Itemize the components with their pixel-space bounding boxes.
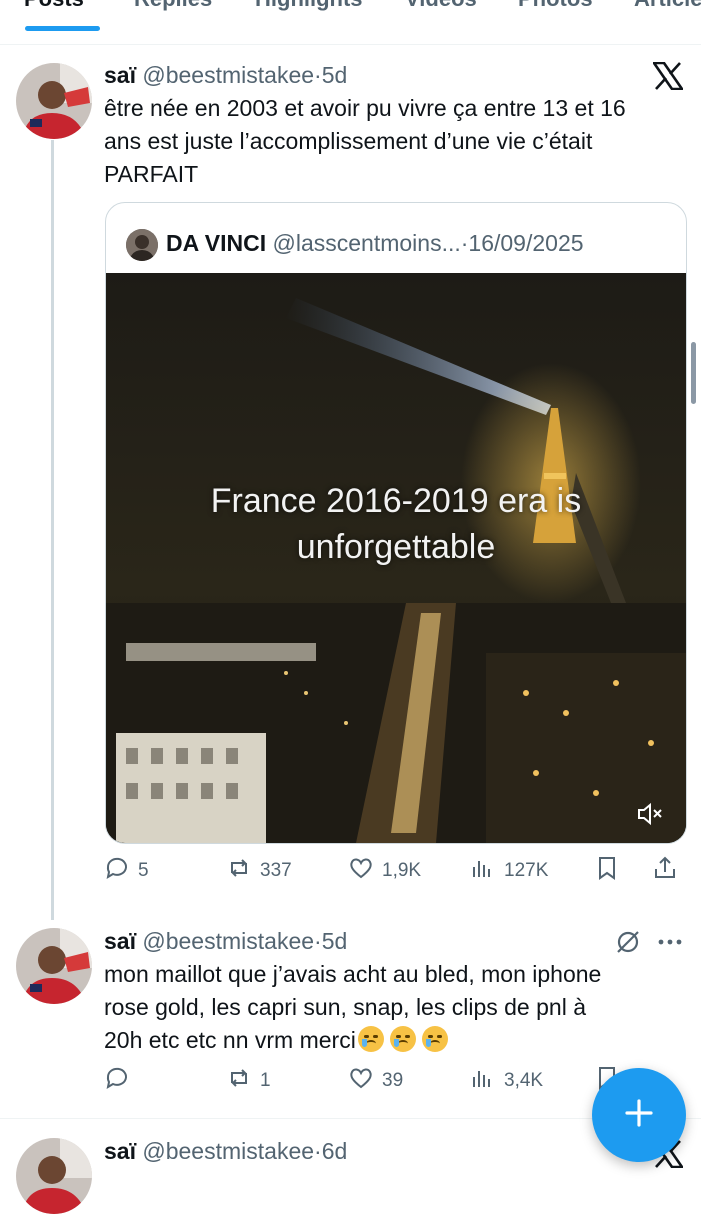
more-icon[interactable] xyxy=(656,928,684,961)
repost-button[interactable]: 337 xyxy=(226,853,292,889)
video-caption: France 2016-2019 era is unforgettable xyxy=(106,478,686,570)
tweet-text-line-text: 20h etc etc nn vrm merci xyxy=(104,1027,356,1053)
tab-videos[interactable]: Videos xyxy=(405,0,477,12)
repost-count: 1 xyxy=(260,1070,271,1091)
views-button[interactable]: 3,4K xyxy=(470,1063,543,1099)
active-tab-indicator xyxy=(25,26,100,31)
tweet-header: saï @beestmistakee·5d xyxy=(104,62,347,89)
author-handle[interactable]: @beestmistakee xyxy=(142,62,314,88)
quoted-tweet[interactable]: DA VINCI @lasscentmoins...·16/09/2025 Fr… xyxy=(105,202,687,844)
like-count: 1,9K xyxy=(382,860,422,881)
tweet-text-line: 20h etc etc nn vrm merci xyxy=(104,1024,689,1057)
reply-icon xyxy=(104,855,130,887)
author-handle[interactable]: @beestmistakee xyxy=(142,1138,314,1164)
repost-count: 337 xyxy=(260,860,292,881)
heart-icon xyxy=(348,1065,374,1097)
bookmark-icon xyxy=(594,855,620,887)
author-handle[interactable]: @beestmistakee xyxy=(142,928,314,954)
thread-line xyxy=(51,140,54,920)
tab-photos[interactable]: Photos xyxy=(518,0,593,12)
video-player[interactable]: France 2016-2019 era is unforgettable xyxy=(106,273,686,843)
repost-icon xyxy=(226,855,252,887)
tweet-header: saï @beestmistakee·6d xyxy=(104,1138,347,1165)
crying-face-icon xyxy=(421,1026,448,1052)
profile-tabs: Posts Replies Highlights Videos Photos A… xyxy=(0,0,701,45)
tweet-text-line: PARFAIT xyxy=(104,161,199,187)
like-button[interactable]: 39 xyxy=(348,1063,403,1099)
video-caption-line: France 2016-2019 era is xyxy=(210,482,582,520)
crying-face-icon xyxy=(389,1026,416,1052)
avatar[interactable] xyxy=(16,63,92,139)
quoted-date[interactable]: 16/09/2025 xyxy=(468,230,583,256)
tweet-text: être née en 2003 et avoir pu vivre ça en… xyxy=(104,92,689,191)
tweet-time[interactable]: 5d xyxy=(322,928,348,954)
tweet-text: mon maillot que j’avais acht au bled, mo… xyxy=(104,958,689,1057)
avatar[interactable] xyxy=(16,928,92,1004)
repost-button[interactable]: 1 xyxy=(226,1063,271,1099)
tab-replies[interactable]: Replies xyxy=(134,0,212,12)
bookmark-button[interactable] xyxy=(594,853,620,889)
tweet-text-line: ans est juste l’accomplissement d’une vi… xyxy=(104,128,593,154)
mute-icon[interactable] xyxy=(634,799,664,829)
share-button[interactable] xyxy=(652,853,678,889)
like-button[interactable]: 1,9K xyxy=(348,853,421,889)
tweet-header: saï @beestmistakee·5d xyxy=(104,928,347,955)
heart-icon xyxy=(348,855,374,887)
tweet-actions: 5 337 1,9K 127K xyxy=(104,853,684,889)
tweet-text-line: rose gold, les capri sun, snap, les clip… xyxy=(104,994,586,1020)
compose-button[interactable] xyxy=(592,1068,686,1162)
reply-icon xyxy=(104,1065,130,1097)
tweet-text-line: être née en 2003 et avoir pu vivre ça en… xyxy=(104,95,626,121)
separator-dot: · xyxy=(314,1138,322,1164)
views-icon xyxy=(470,855,496,887)
repost-icon xyxy=(226,1065,252,1097)
plus-icon xyxy=(622,1096,656,1135)
video-caption-line: unforgettable xyxy=(296,528,496,566)
views-count: 3,4K xyxy=(504,1070,544,1091)
tab-articles[interactable]: Articles xyxy=(634,0,701,12)
share-icon xyxy=(652,855,678,887)
reply-count: 5 xyxy=(138,860,149,881)
views-icon xyxy=(470,1065,496,1097)
tweet-time[interactable]: 5d xyxy=(322,62,348,88)
author-name[interactable]: saï xyxy=(104,1138,136,1164)
separator-dot: · xyxy=(314,928,322,954)
tweet-time[interactable]: 6d xyxy=(322,1138,348,1164)
quoted-avatar[interactable] xyxy=(126,229,158,261)
tweet-text-line: mon maillot que j’avais acht au bled, mo… xyxy=(104,961,602,987)
like-count: 39 xyxy=(382,1070,404,1091)
quoted-author-name[interactable]: DA VINCI xyxy=(166,230,266,256)
reply-button[interactable] xyxy=(104,1063,138,1099)
quoted-tweet-header: DA VINCI @lasscentmoins...·16/09/2025 xyxy=(126,229,584,261)
author-name[interactable]: saï xyxy=(104,62,136,88)
x-logo-icon xyxy=(651,61,685,95)
separator-dot: · xyxy=(314,62,322,88)
crying-face-icon xyxy=(357,1026,384,1052)
grok-icon[interactable] xyxy=(614,928,642,961)
quoted-author-handle[interactable]: @lasscentmoins... xyxy=(273,230,461,256)
tab-posts[interactable]: Posts xyxy=(24,0,84,12)
tab-highlights[interactable]: Highlights xyxy=(255,0,363,12)
reply-button[interactable]: 5 xyxy=(104,853,149,889)
author-name[interactable]: saï xyxy=(104,928,136,954)
views-count: 127K xyxy=(504,860,549,881)
scrollbar[interactable] xyxy=(691,342,696,404)
avatar[interactable] xyxy=(16,1138,92,1214)
views-button[interactable]: 127K xyxy=(470,853,548,889)
